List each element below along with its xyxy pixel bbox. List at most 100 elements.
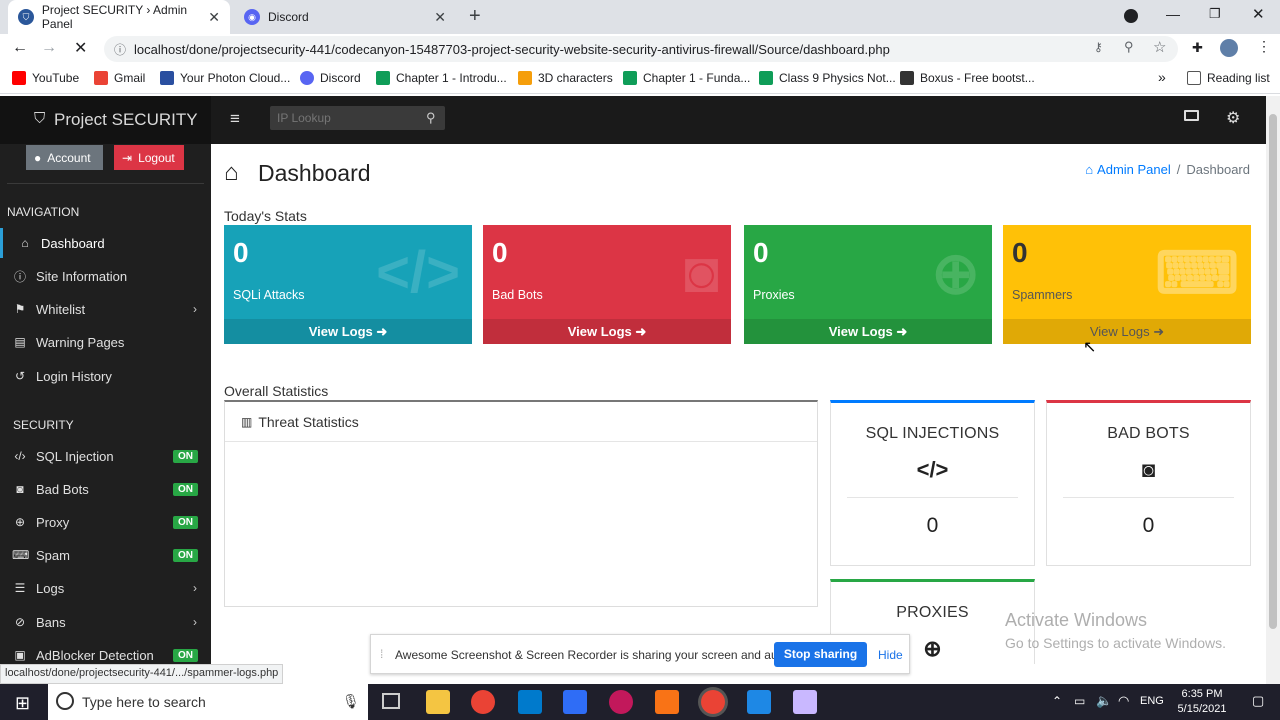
- menu-toggle-icon[interactable]: ≡: [230, 109, 240, 129]
- bookmark-chapter1-funda[interactable]: Chapter 1 - Funda...: [623, 71, 750, 85]
- share-message: Awesome Screenshot & Screen Recorder is …: [395, 648, 797, 662]
- windows-start-icon[interactable]: ⊞: [15, 693, 30, 714]
- extensions-icon[interactable]: ✚: [1192, 40, 1203, 56]
- sidebar-item-dashboard[interactable]: ⌂ Dashboard: [0, 228, 211, 258]
- avatar[interactable]: [1220, 39, 1238, 57]
- breadcrumb-current: Dashboard: [1186, 162, 1250, 177]
- breadcrumb-admin-panel[interactable]: Admin Panel: [1097, 162, 1171, 177]
- sidebar-item-whitelist[interactable]: ⚑ Whitelist ›: [0, 294, 211, 324]
- anime-app-icon[interactable]: [793, 690, 817, 714]
- account-button[interactable]: ● Account: [26, 145, 103, 170]
- profile-menu-icon[interactable]: [1124, 9, 1138, 23]
- tab-project-security[interactable]: ⛉ Project SECURITY › Admin Panel ✕: [8, 0, 230, 34]
- tab-discord[interactable]: ◉ Discord ✕: [234, 0, 456, 34]
- monitor-icon[interactable]: [1184, 110, 1199, 121]
- zoom-icon[interactable]: ⚲: [1124, 39, 1134, 55]
- watermark-title: Activate Windows: [1005, 610, 1148, 630]
- drag-handle-icon[interactable]: ⁞: [380, 647, 383, 661]
- key-icon[interactable]: ⚷: [1094, 40, 1103, 54]
- site-info-icon[interactable]: ⓘ: [114, 41, 126, 58]
- volume-icon[interactable]: 🔈: [1096, 693, 1112, 709]
- view-logs-link[interactable]: View Logs ➜: [483, 319, 731, 344]
- gmail-icon: [94, 71, 108, 85]
- wifi-icon[interactable]: ◠: [1118, 693, 1129, 709]
- view-logs-link[interactable]: View Logs ➜: [744, 319, 992, 344]
- bookmark-class9-physics[interactable]: Class 9 Physics Not...: [759, 71, 896, 85]
- chrome-active-icon[interactable]: [701, 690, 725, 714]
- clock[interactable]: 6:35 PM 5/15/2021: [1172, 687, 1232, 717]
- sidebar-item-warning-pages[interactable]: ▤ Warning Pages: [0, 327, 211, 357]
- clock-time: 6:35 PM: [1181, 688, 1223, 700]
- breadcrumb-separator: /: [1176, 162, 1181, 177]
- bookmark-chapter1-intro[interactable]: Chapter 1 - Introdu...: [376, 71, 507, 85]
- minimize-icon[interactable]: —: [1166, 6, 1180, 22]
- bookmark-youtube[interactable]: YouTube: [12, 71, 79, 85]
- reading-list[interactable]: Reading list: [1187, 71, 1270, 85]
- adblock-icon: ▣: [14, 648, 26, 662]
- store-icon[interactable]: [747, 690, 771, 714]
- stat-value: 0: [233, 237, 249, 268]
- sidebar-item-logs[interactable]: ☰ Logs ›: [0, 573, 211, 603]
- task-view-icon[interactable]: [382, 693, 400, 709]
- card-value: 0: [926, 514, 939, 537]
- xampp-icon[interactable]: [655, 690, 679, 714]
- globe-icon: ⊕: [14, 515, 26, 529]
- sidebar-item-spam[interactable]: ⌨ Spam ON: [0, 540, 211, 570]
- stop-sharing-button[interactable]: Stop sharing: [774, 642, 867, 667]
- taskbar-search[interactable]: Type here to search 🎙: [48, 684, 368, 720]
- back-icon[interactable]: ←: [12, 39, 28, 57]
- bookmark-star-icon[interactable]: ☆: [1153, 38, 1166, 56]
- chevron-up-icon[interactable]: ⌃: [1052, 694, 1062, 708]
- hide-button[interactable]: Hide: [878, 648, 903, 662]
- bookmark-discord[interactable]: Discord: [300, 71, 361, 85]
- clock-date: 5/15/2021: [1177, 703, 1227, 715]
- stat-value: 0: [753, 237, 769, 268]
- sidebar-item-sql-injection[interactable]: ‹/› SQL Injection ON: [0, 441, 211, 471]
- watermark-subtitle: Go to Settings to activate Windows.: [1005, 635, 1226, 651]
- sidebar-item-adblocker-detection[interactable]: ▣ AdBlocker Detection ON: [0, 640, 211, 664]
- bookmark-boxus[interactable]: Boxus - Free bootst...: [900, 71, 1035, 85]
- search-icon[interactable]: ⚲: [426, 110, 436, 126]
- stop-loading-icon[interactable]: ✕: [74, 38, 87, 58]
- address-bar[interactable]: ⓘ localhost/done/projectsecurity-441/cod…: [104, 36, 1178, 62]
- restore-icon[interactable]: ❐: [1209, 6, 1221, 22]
- new-tab-icon[interactable]: +: [469, 5, 481, 28]
- view-logs-link[interactable]: View Logs ➜: [1003, 319, 1251, 344]
- sidebar-item-login-history[interactable]: ↺ Login History: [0, 361, 211, 391]
- language-indicator[interactable]: ENG: [1140, 695, 1164, 707]
- globe-icon: ⊕: [931, 241, 980, 306]
- robot-icon: ◙: [16, 482, 24, 496]
- chrome-icon[interactable]: [471, 690, 495, 714]
- vscode-icon[interactable]: [518, 690, 542, 714]
- ip-lookup-input[interactable]: [270, 106, 445, 130]
- brand-logo[interactable]: ⛉ Project SECURITY: [0, 96, 211, 144]
- main-content: ⌂ Dashboard ⌂ Admin Panel / Dashboard To…: [211, 144, 1266, 664]
- bookmark-3d-characters[interactable]: 3D characters: [518, 71, 613, 85]
- bookmark-gmail[interactable]: Gmail: [94, 71, 145, 85]
- sidebar-item-bad-bots[interactable]: ◙ Bad Bots ON: [0, 474, 211, 504]
- scrollbar-thumb[interactable]: [1269, 114, 1277, 629]
- flag-icon: ⚑: [14, 302, 26, 316]
- status-badge: ON: [173, 548, 198, 562]
- forward-icon[interactable]: →: [41, 39, 57, 57]
- microphone-icon[interactable]: 🎙: [342, 693, 360, 710]
- file-explorer-icon[interactable]: [426, 690, 450, 714]
- bookmark-photon[interactable]: Your Photon Cloud...: [160, 71, 290, 85]
- settings-icon[interactable]: ⚙: [1226, 108, 1240, 128]
- notes-app-icon[interactable]: [563, 690, 587, 714]
- view-logs-link[interactable]: View Logs ➜: [224, 319, 472, 344]
- stat-label: Proxies: [753, 288, 795, 302]
- close-tab-icon[interactable]: ✕: [208, 9, 220, 26]
- notifications-icon[interactable]: ▢: [1252, 693, 1264, 709]
- sidebar-item-proxy[interactable]: ⊕ Proxy ON: [0, 507, 211, 537]
- browser-menu-icon[interactable]: ⋮: [1257, 38, 1271, 55]
- sidebar-item-site-information[interactable]: ⓘ Site Information: [0, 261, 211, 291]
- close-window-icon[interactable]: ✕: [1252, 5, 1265, 23]
- more-bookmarks-icon[interactable]: »: [1158, 69, 1166, 85]
- page-scrollbar[interactable]: [1266, 96, 1280, 684]
- close-tab-icon[interactable]: ✕: [434, 9, 446, 26]
- battery-icon[interactable]: ▭: [1074, 694, 1085, 708]
- logout-button[interactable]: ⇥ Logout: [114, 145, 184, 170]
- app-icon[interactable]: [609, 690, 633, 714]
- sidebar-item-bans[interactable]: ⊘ Bans ›: [0, 607, 211, 637]
